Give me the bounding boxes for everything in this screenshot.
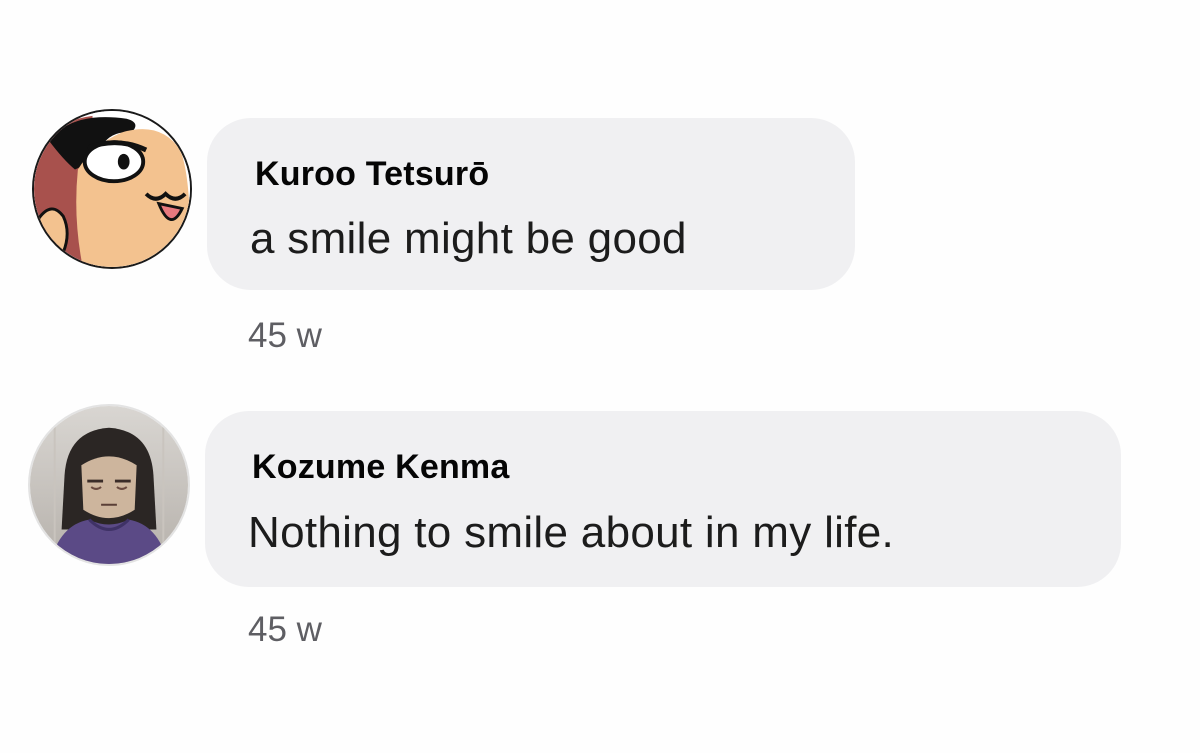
comment-text: Nothing to smile about in my life. (248, 508, 895, 557)
anime-character-photo-icon (30, 406, 188, 564)
comment-timestamp[interactable]: 45 w (248, 610, 322, 650)
comment: Kozume Kenma Nothing to smile about in m… (0, 0, 1200, 753)
avatar[interactable] (28, 404, 190, 566)
comment-thread: Kuroo Tetsurō a smile might be good 45 w (0, 0, 1200, 753)
comment-bubble (205, 411, 1121, 587)
comment-author[interactable]: Kozume Kenma (252, 448, 509, 487)
